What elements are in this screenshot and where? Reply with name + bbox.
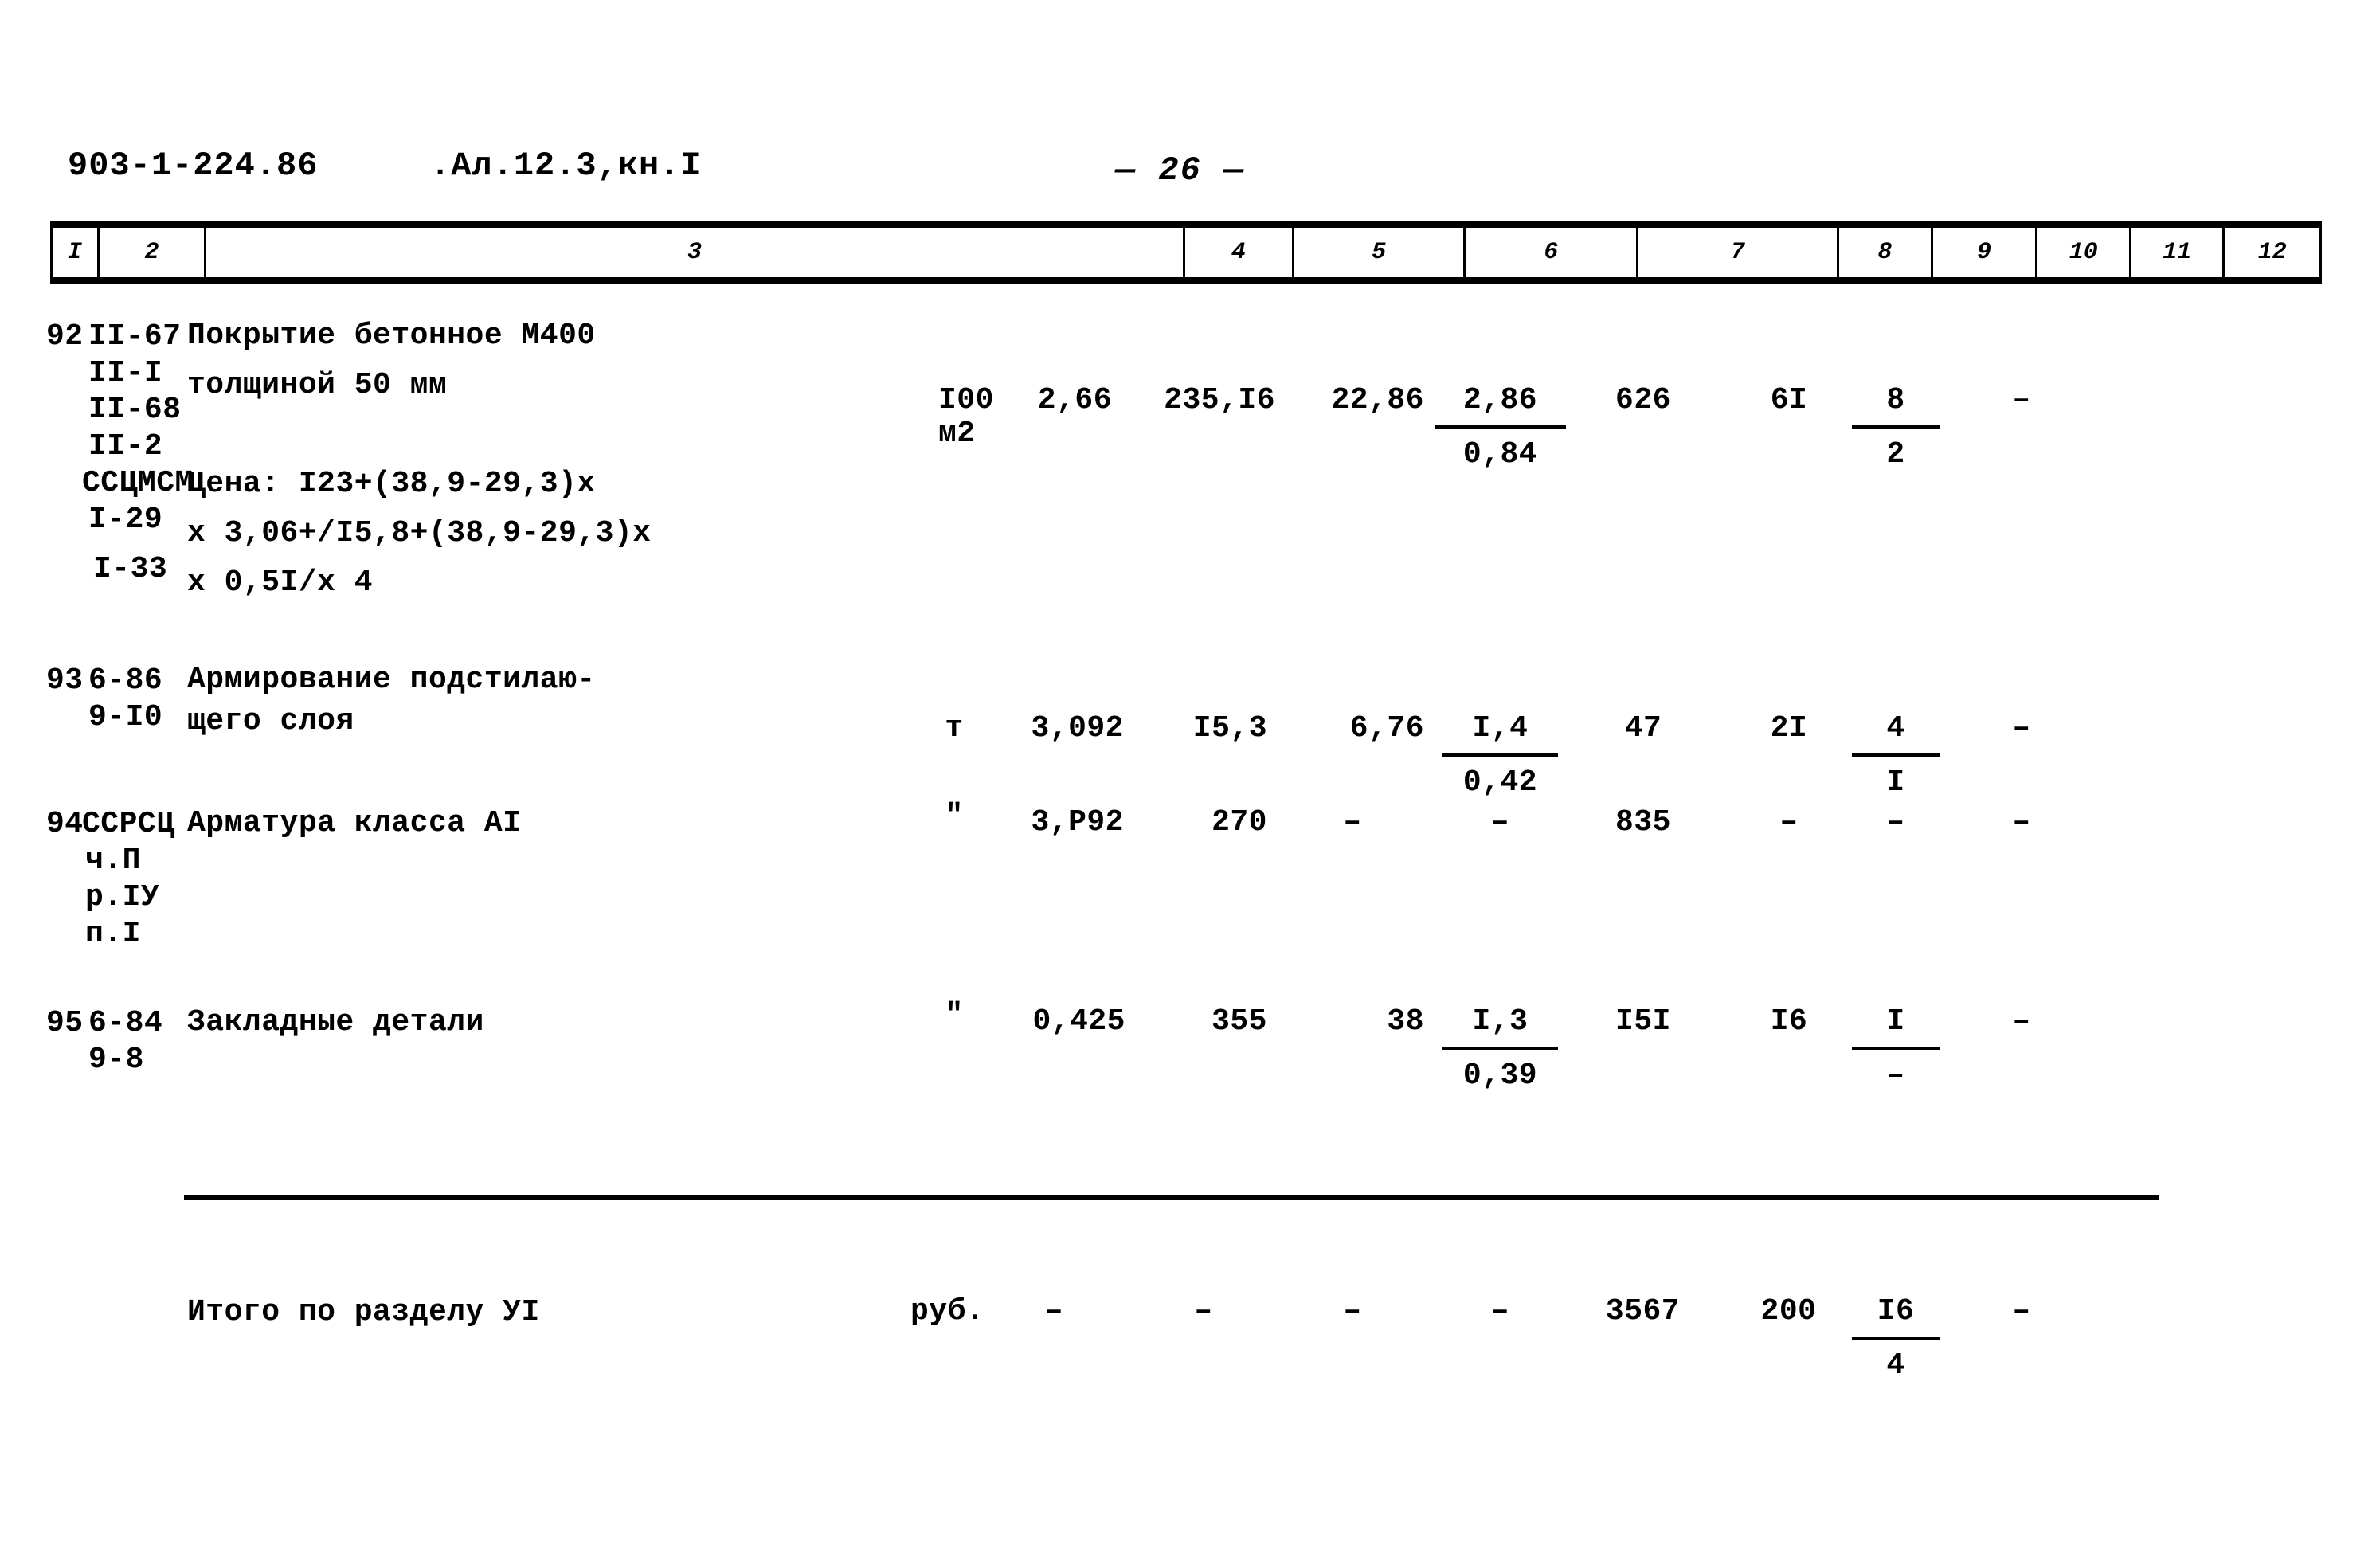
total-separator-rule <box>184 1195 2159 1200</box>
row-col7-value: – <box>1343 805 1362 839</box>
col-header-12: 12 <box>2222 228 2322 277</box>
total-unit: руб. <box>910 1294 985 1329</box>
row-col8-numerator: I,3 <box>1442 998 1558 1050</box>
total-col8-value: – <box>1490 1294 1510 1329</box>
col-header-4: 4 <box>1182 228 1294 277</box>
row-col11-numerator: I <box>1852 998 1940 1050</box>
row-code-line: 9-8 <box>88 1043 144 1077</box>
row-col10-value: 6I <box>1770 383 1808 417</box>
column-number-row: I 2 3 4 5 6 7 8 9 10 11 12 <box>50 228 2322 277</box>
col-header-5: 5 <box>1291 228 1466 277</box>
row-col9-value: 626 <box>1615 383 1671 417</box>
col-header-3: 3 <box>204 228 1185 277</box>
row-col11-fraction: 4 I <box>1852 705 1940 807</box>
col-header-8: 8 <box>1837 228 1933 277</box>
row-col5-value: 0,425 <box>1032 1004 1125 1039</box>
col-header-7: 7 <box>1636 228 1840 277</box>
row-col6-value: 235,I6 <box>1164 383 1275 417</box>
row-col12-value: – <box>2012 711 2031 746</box>
row-description-line: Закладные детали <box>187 1005 484 1039</box>
row-code-line: п.I <box>85 917 141 951</box>
total-col11-numerator: I6 <box>1852 1288 1940 1340</box>
row-description-line: Цена: I23+(38,9-29,3)х <box>187 467 596 501</box>
col-header-2: 2 <box>96 228 207 277</box>
row-col6-value: 270 <box>1212 805 1267 839</box>
row-col6-value: 355 <box>1212 1004 1267 1039</box>
row-number: 93 <box>46 663 84 698</box>
page-header: 903-1-224.86 .Ал.12.3,кн.I — 26 — <box>0 147 2380 194</box>
row-col7-value: 38 <box>1387 1004 1424 1039</box>
row-col11-numerator: 4 <box>1852 705 1940 757</box>
row-description-line: Арматура класса АI <box>187 806 522 840</box>
row-unit-bottom: м2 <box>938 417 976 451</box>
row-col7-value: 6,76 <box>1349 711 1424 746</box>
row-code-line: I-29 <box>88 503 163 537</box>
row-description-line: х 3,06+/I5,8+(38,9-29,3)х <box>187 516 652 550</box>
row-col8-fraction: I,4 0,42 <box>1442 705 1558 807</box>
col-header-6: 6 <box>1463 228 1639 277</box>
row-col8-numerator: I,4 <box>1442 705 1558 757</box>
table-body: 92 II-67 II-I II-68 II-2 ССЦМСМ I-29 I-3… <box>46 283 2322 1477</box>
row-col10-value: I6 <box>1770 1004 1808 1039</box>
document-code: 903-1-224.86 <box>68 147 319 185</box>
row-col11-numerator: 8 <box>1852 377 1940 429</box>
col-header-11: 11 <box>2128 228 2225 277</box>
row-unit-top: " <box>945 998 964 1032</box>
total-col9-value: 3567 <box>1605 1294 1681 1329</box>
row-col11-value: – <box>1886 805 1905 839</box>
row-col5-value: 3,092 <box>1031 711 1124 746</box>
row-col10-value: 2I <box>1770 711 1808 746</box>
row-description-line: Покрытие бетонное М400 <box>187 319 596 353</box>
row-col8-denominator: 0,84 <box>1462 437 1538 472</box>
table-top-rule <box>50 221 2322 228</box>
total-col11-fraction: I6 4 <box>1852 1288 1940 1390</box>
col-header-9: 9 <box>1930 228 2038 277</box>
row-col9-value: 835 <box>1615 805 1671 839</box>
album-reference: .Ал.12.3,кн.I <box>430 147 702 185</box>
col-header-1: I <box>50 228 100 277</box>
row-col8-fraction: I,3 0,39 <box>1442 998 1558 1100</box>
row-col11-fraction: I – <box>1852 998 1940 1100</box>
row-col11-fraction: 8 2 <box>1852 377 1940 479</box>
row-col7-value: 22,86 <box>1331 383 1424 417</box>
row-col8-denominator: 0,39 <box>1462 1059 1538 1093</box>
total-label: Итого по разделу УI <box>187 1295 540 1329</box>
row-code-line: I-33 <box>93 552 168 586</box>
total-col7-value: – <box>1343 1294 1362 1329</box>
total-col11-denominator: 4 <box>1886 1348 1905 1383</box>
row-description-line: х 0,5I/х 4 <box>187 566 374 600</box>
row-col8-value: – <box>1490 805 1510 839</box>
row-number: 95 <box>46 1006 84 1040</box>
row-description-line: щего слоя <box>187 704 354 738</box>
row-col9-value: I5I <box>1615 1004 1671 1039</box>
row-col10-value: – <box>1779 805 1799 839</box>
row-number: 94 <box>46 807 84 841</box>
row-col12-value: – <box>2012 805 2031 839</box>
row-col12-value: – <box>2012 1004 2031 1039</box>
row-col5-value: 2,66 <box>1037 383 1112 417</box>
row-description-line: толщиной 50 мм <box>187 368 448 402</box>
row-col6-value: I5,3 <box>1192 711 1267 746</box>
table-column-header: I 2 3 4 5 6 7 8 9 10 11 12 <box>50 221 2322 284</box>
row-unit-top: т <box>945 711 964 746</box>
row-col8-numerator: 2,86 <box>1435 377 1566 429</box>
col-header-10: 10 <box>2035 228 2131 277</box>
row-code-line: 9-I0 <box>88 700 163 734</box>
row-col11-denominator: 2 <box>1886 437 1905 472</box>
total-col5-value: – <box>1044 1294 1064 1329</box>
row-col9-value: 47 <box>1624 711 1662 746</box>
total-col6-value: – <box>1194 1294 1213 1329</box>
row-col11-denominator: – <box>1886 1059 1905 1093</box>
row-number: 92 <box>46 319 84 354</box>
total-col10-value: 200 <box>1760 1294 1817 1329</box>
row-unit-top: " <box>945 799 964 833</box>
total-col12-value: – <box>2012 1294 2031 1329</box>
page-number: — 26 — <box>1115 151 1246 190</box>
row-col8-fraction: 2,86 0,84 <box>1435 377 1566 479</box>
row-col5-value: 3,Р92 <box>1031 805 1124 839</box>
row-col12-value: – <box>2012 383 2031 417</box>
